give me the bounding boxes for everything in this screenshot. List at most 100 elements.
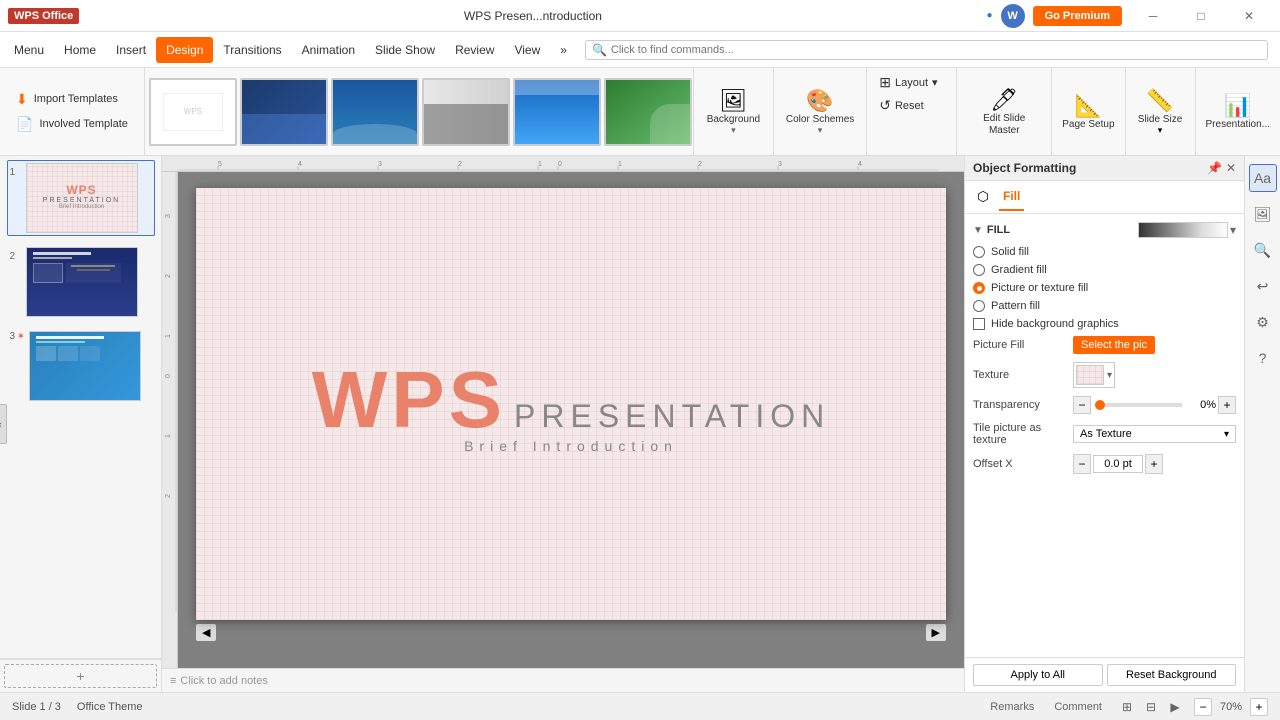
picture-texture-fill-option[interactable]: Picture or texture fill bbox=[973, 282, 1236, 294]
texture-selector[interactable]: ▾ bbox=[1073, 362, 1115, 388]
presentation-button[interactable]: 📊 Presentation... bbox=[1202, 89, 1274, 134]
tile-select[interactable]: As Texture ▾ bbox=[1073, 425, 1236, 443]
user-avatar[interactable]: W bbox=[1001, 4, 1025, 28]
side-help-button[interactable]: ? bbox=[1249, 344, 1277, 372]
menu-item-home[interactable]: Home bbox=[54, 37, 106, 63]
texture-row: Texture ▾ bbox=[973, 362, 1236, 388]
fill-section-header[interactable]: ▼ FILL ▾ bbox=[973, 222, 1236, 238]
theme-blue-dots[interactable] bbox=[240, 78, 328, 146]
solid-fill-radio[interactable] bbox=[973, 246, 985, 258]
zoom-in-button[interactable]: + bbox=[1250, 698, 1268, 716]
texture-dropdown-icon: ▾ bbox=[1107, 370, 1112, 381]
pattern-fill-radio[interactable] bbox=[973, 300, 985, 312]
layout-button[interactable]: ⊞ Layout ▾ bbox=[875, 72, 948, 93]
transparency-row: Transparency − 0% + bbox=[973, 396, 1236, 414]
transparency-value: 0% bbox=[1186, 399, 1216, 411]
theme-name: Office Theme bbox=[77, 701, 143, 713]
offset-x-input[interactable] bbox=[1093, 455, 1143, 473]
slide-wps-title: WPS PRESENTATION bbox=[312, 354, 830, 446]
theme-blank[interactable]: WPS bbox=[149, 78, 237, 146]
menu-item-transitions[interactable]: Transitions bbox=[213, 37, 291, 63]
theme-green[interactable] bbox=[604, 78, 692, 146]
page-setup-icon: 📐 bbox=[1075, 93, 1102, 119]
svg-text:5: 5 bbox=[218, 161, 222, 168]
reset-background-button[interactable]: Reset Background bbox=[1107, 664, 1237, 686]
prev-slide-button[interactable]: ◀ bbox=[196, 624, 216, 641]
menu-item-slideshow[interactable]: Slide Show bbox=[365, 37, 445, 63]
theme-people[interactable] bbox=[422, 78, 510, 146]
comment-button[interactable]: Comment bbox=[1048, 699, 1108, 715]
fill-dropdown-icon[interactable]: ▾ bbox=[1230, 223, 1236, 237]
transparency-slider[interactable] bbox=[1095, 403, 1182, 407]
status-bar: Slide 1 / 3 Office Theme Remarks Comment… bbox=[0, 692, 1280, 720]
side-history-button[interactable]: ↩ bbox=[1249, 272, 1277, 300]
search-input[interactable] bbox=[611, 44, 1261, 56]
transparency-minus-button[interactable]: − bbox=[1073, 396, 1091, 414]
menu-item-view[interactable]: View bbox=[504, 37, 550, 63]
menu-item-review[interactable]: Review bbox=[445, 37, 504, 63]
side-search-button[interactable]: 🔍 bbox=[1249, 236, 1277, 264]
zoom-out-button[interactable]: − bbox=[1194, 698, 1212, 716]
slide-nav-arrows: ◀ ▶ bbox=[196, 624, 946, 641]
click-to-add-notes: Click to add notes bbox=[180, 675, 267, 687]
pattern-fill-option[interactable]: Pattern fill bbox=[973, 300, 1236, 312]
texture-label: Texture bbox=[973, 369, 1073, 381]
solid-fill-option[interactable]: Solid fill bbox=[973, 246, 1236, 258]
offset-x-plus-button[interactable]: + bbox=[1145, 454, 1163, 474]
panel-pin-button[interactable]: 📌 bbox=[1207, 161, 1222, 175]
reset-button[interactable]: ↺ Reset bbox=[875, 95, 948, 116]
apply-to-all-button[interactable]: Apply to All bbox=[973, 664, 1103, 686]
background-button[interactable]: 🖼 Background ▾ bbox=[703, 84, 764, 140]
picture-texture-fill-radio[interactable] bbox=[973, 282, 985, 294]
slide-item-3[interactable]: 3 ✶ bbox=[7, 328, 155, 404]
slide-item-1[interactable]: 1 WPS PRESENTATION Brief Introduction bbox=[7, 160, 155, 236]
panel-close-button[interactable]: ✕ bbox=[1226, 161, 1236, 175]
menu-item-menu[interactable]: Menu bbox=[4, 37, 54, 63]
side-image-button[interactable]: 🖼 bbox=[1249, 200, 1277, 228]
hide-bg-checkbox[interactable] bbox=[973, 318, 985, 330]
slide-list-panel: 1 WPS PRESENTATION Brief Introduction 2 bbox=[0, 156, 162, 692]
menu-item-insert[interactable]: Insert bbox=[106, 37, 156, 63]
transparency-thumb[interactable] bbox=[1095, 400, 1105, 410]
panel-shape-icon[interactable]: ⬡ bbox=[969, 183, 997, 211]
page-setup-button[interactable]: 📐 Page Setup bbox=[1058, 89, 1118, 134]
fill-tab[interactable]: Fill bbox=[999, 183, 1024, 211]
slide-item-2[interactable]: 2 bbox=[7, 244, 155, 320]
slide-size-button[interactable]: 📏 Slide Size ▾ bbox=[1134, 84, 1186, 140]
theme-blue-waves[interactable] bbox=[331, 78, 419, 146]
close-button[interactable]: ✕ bbox=[1226, 0, 1272, 32]
involved-template-button[interactable]: 📄 Involved Template bbox=[8, 112, 136, 137]
add-slide-button[interactable]: + bbox=[4, 664, 157, 688]
gradient-fill-radio[interactable] bbox=[973, 264, 985, 276]
notes-bar[interactable]: ≡ Click to add notes bbox=[162, 668, 964, 692]
next-slide-button[interactable]: ▶ bbox=[926, 624, 946, 641]
menu-item-animation[interactable]: Animation bbox=[292, 37, 365, 63]
theme-blue-stripes[interactable] bbox=[513, 78, 601, 146]
slide-sorter-button[interactable]: ⊟ bbox=[1140, 697, 1162, 717]
select-picture-button[interactable]: Select the pic bbox=[1073, 336, 1155, 354]
transparency-plus-button[interactable]: + bbox=[1218, 396, 1236, 414]
menu-more[interactable]: » bbox=[550, 37, 577, 63]
panel-header-controls: 📌 ✕ bbox=[1207, 161, 1236, 175]
minimize-button[interactable]: ─ bbox=[1130, 0, 1176, 32]
go-premium-button[interactable]: Go Premium bbox=[1033, 6, 1122, 26]
normal-view-button[interactable]: ⊞ bbox=[1116, 697, 1138, 717]
import-templates-button[interactable]: ⬇ Import Templates bbox=[8, 87, 136, 112]
panel-actions: Apply to All Reset Background bbox=[965, 657, 1244, 692]
menu-item-design[interactable]: Design bbox=[156, 37, 213, 63]
import-icon: ⬇ bbox=[16, 91, 28, 108]
slide-canvas[interactable]: WPS PRESENTATION Brief Introduction bbox=[196, 188, 946, 620]
color-schemes-button[interactable]: 🎨 Color Schemes ▾ bbox=[782, 84, 858, 140]
gradient-fill-option[interactable]: Gradient fill bbox=[973, 264, 1236, 276]
maximize-button[interactable]: □ bbox=[1178, 0, 1224, 32]
remarks-button[interactable]: Remarks bbox=[984, 699, 1040, 715]
collapse-left-button[interactable]: ‹ bbox=[0, 404, 7, 444]
involved-template-label: Involved Template bbox=[39, 118, 127, 130]
reading-view-button[interactable]: ▶ bbox=[1164, 697, 1186, 717]
offset-x-minus-button[interactable]: − bbox=[1073, 454, 1091, 474]
svg-text:0: 0 bbox=[165, 374, 172, 378]
side-formatting-button[interactable]: Aa bbox=[1249, 164, 1277, 192]
side-settings-button[interactable]: ⚙ bbox=[1249, 308, 1277, 336]
edit-slide-master-button[interactable]: 🖊 Edit Slide Master bbox=[965, 83, 1043, 141]
hide-background-graphics-option[interactable]: Hide background graphics bbox=[973, 318, 1236, 330]
